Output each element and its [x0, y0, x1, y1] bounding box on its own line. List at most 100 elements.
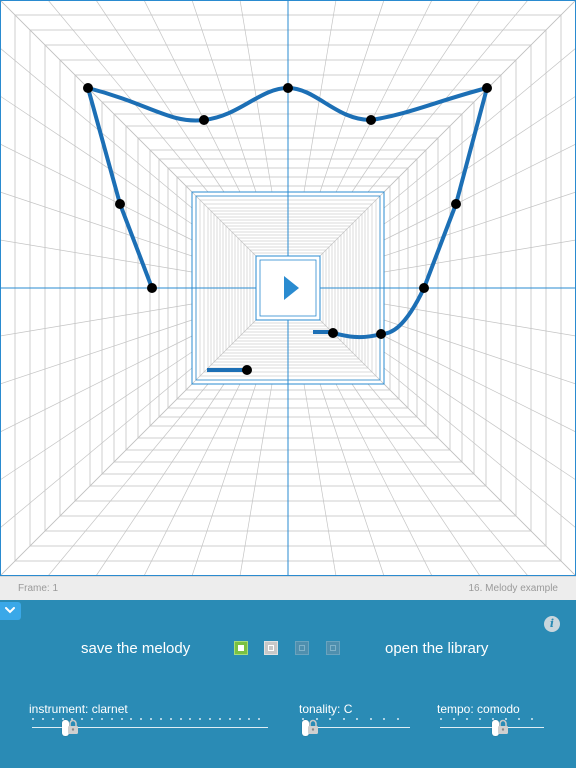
- slider-tick: [159, 718, 162, 720]
- grid-ray: [0, 303, 193, 337]
- slider-tick: [329, 718, 331, 720]
- padlock-icon[interactable]: [307, 719, 319, 735]
- slot-marker: [299, 645, 305, 651]
- grid-ray: [303, 0, 337, 193]
- slider-tick: [169, 718, 172, 720]
- slot-marker: [330, 645, 336, 651]
- slider-tick: [209, 718, 211, 720]
- instrument-label: instrument: clarnet: [29, 702, 128, 716]
- grid-ray: [0, 239, 193, 273]
- slider-tick: [258, 718, 261, 720]
- melody-point[interactable]: [328, 328, 338, 338]
- instrument-slider[interactable]: [32, 716, 268, 740]
- grid-ray: [335, 0, 433, 193]
- grid-ray: [383, 143, 576, 241]
- melody-point[interactable]: [419, 283, 429, 293]
- melody-point[interactable]: [376, 329, 386, 339]
- open-library-button[interactable]: open the library: [385, 640, 488, 657]
- melody-point[interactable]: [199, 115, 209, 125]
- perspective-grid[interactable]: [0, 0, 576, 576]
- status-bar: Frame: 1 16. Melody example: [0, 576, 576, 600]
- grid-ray: [0, 351, 193, 481]
- grid-ray: [0, 335, 193, 433]
- grid-ray: [303, 383, 337, 576]
- control-panel: i save the melody open the library instr…: [0, 600, 576, 768]
- info-button[interactable]: i: [544, 616, 560, 632]
- slider-tick: [228, 718, 231, 720]
- grid-ray: [143, 383, 241, 576]
- slider-tick: [466, 718, 468, 720]
- melody-slot-1[interactable]: [234, 641, 248, 655]
- melody-slot-3[interactable]: [295, 641, 309, 655]
- grid-ray: [47, 383, 209, 576]
- melody-point[interactable]: [283, 83, 293, 93]
- grid-ray: [383, 319, 576, 385]
- slider-tick: [531, 718, 533, 720]
- slider-tick: [342, 718, 345, 720]
- melody-slot-4[interactable]: [326, 641, 340, 655]
- slider-tick: [453, 718, 455, 720]
- melody-slot-2[interactable]: [264, 641, 278, 655]
- grid-ray: [143, 0, 241, 193]
- slider-tick: [518, 718, 520, 720]
- grid-ray: [95, 383, 225, 576]
- grid-ray: [367, 0, 529, 193]
- melody-canvas[interactable]: [0, 0, 576, 576]
- grid-ray: [191, 0, 257, 193]
- chevron-down-icon: [5, 607, 15, 614]
- slider-tick: [440, 718, 442, 720]
- slider-tick: [120, 718, 123, 720]
- melody-point[interactable]: [147, 283, 157, 293]
- grid-ray: [191, 383, 257, 576]
- grid-ray: [383, 335, 576, 433]
- slider-tick: [356, 718, 358, 720]
- slider-tick: [238, 718, 241, 720]
- padlock-icon[interactable]: [67, 719, 79, 735]
- grid-ray: [383, 239, 576, 273]
- grid-ray: [351, 383, 481, 576]
- grid-ray: [0, 143, 193, 241]
- collapse-panel-button[interactable]: [0, 602, 21, 620]
- tonality-label: tonality: C: [299, 702, 353, 716]
- grid-ray: [47, 0, 209, 193]
- slot-marker: [268, 645, 274, 651]
- melody-point[interactable]: [366, 115, 376, 125]
- save-melody-button[interactable]: save the melody: [81, 640, 190, 657]
- melody-point[interactable]: [482, 83, 492, 93]
- slider-tick: [150, 718, 152, 720]
- slider-tick: [110, 718, 113, 720]
- grid-ray: [367, 383, 529, 576]
- padlock-icon[interactable]: [497, 719, 509, 735]
- melody-point[interactable]: [83, 83, 93, 93]
- tempo-label: tempo: comodo: [437, 702, 520, 716]
- melody-point[interactable]: [115, 199, 125, 209]
- slider-tick: [383, 718, 385, 720]
- grid-ray: [319, 383, 385, 576]
- melody-title: 16. Melody example: [468, 583, 559, 594]
- slider-tick: [81, 718, 84, 720]
- slider-tick: [396, 718, 399, 720]
- grid-ray: [239, 383, 273, 576]
- grid-ray: [0, 319, 193, 385]
- slider-tick: [218, 718, 221, 720]
- slider-tick: [479, 718, 481, 720]
- grid-ray: [319, 0, 385, 193]
- slider-tick: [189, 718, 192, 720]
- grid-ray: [383, 351, 576, 481]
- grid-ray: [0, 47, 193, 209]
- grid-ray: [0, 367, 193, 529]
- frame-counter: Frame: 1: [18, 583, 59, 594]
- slider-tick: [32, 718, 34, 720]
- slider-tick: [248, 718, 251, 720]
- slider-tick: [199, 718, 202, 720]
- slider-tick: [41, 718, 44, 720]
- tonality-slider[interactable]: [302, 716, 410, 740]
- slider-tick: [100, 718, 103, 720]
- melody-point[interactable]: [451, 199, 461, 209]
- grid-ray: [335, 383, 433, 576]
- slider-tick: [91, 718, 93, 720]
- melody-point[interactable]: [242, 365, 252, 375]
- grid-ray: [383, 191, 576, 257]
- tempo-slider[interactable]: [440, 716, 544, 740]
- grid-ray: [383, 47, 576, 209]
